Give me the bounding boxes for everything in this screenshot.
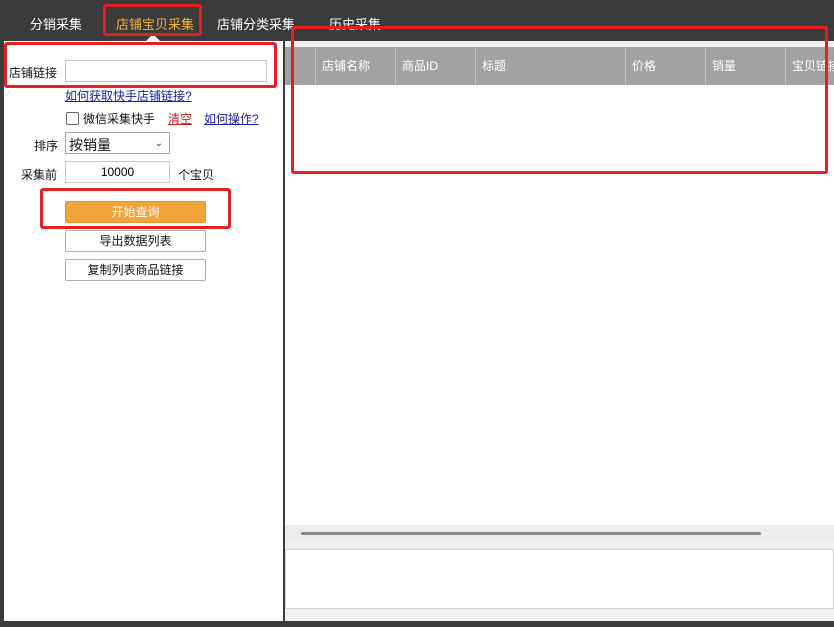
results-area: 店铺名称 商品ID 标题 价格 销量 宝贝链接: [285, 41, 834, 621]
tab-shop-category-collect[interactable]: 店铺分类采集: [217, 14, 295, 33]
column-header-price[interactable]: 价格: [625, 47, 705, 85]
column-header-item-id[interactable]: 商品ID: [395, 47, 475, 85]
copy-product-links-button[interactable]: 复制列表商品链接: [65, 259, 206, 281]
results-table-body: [285, 85, 834, 525]
shop-link-input[interactable]: [65, 60, 267, 82]
start-query-button[interactable]: 开始查询: [65, 201, 206, 223]
chevron-down-icon: ⌄: [154, 138, 163, 149]
active-tab-indicator: [146, 34, 160, 41]
column-header-sales[interactable]: 销量: [705, 47, 785, 85]
column-header-shop-name[interactable]: 店铺名称: [315, 47, 395, 85]
collect-before-label: 采集前: [21, 168, 58, 182]
export-data-list-button[interactable]: 导出数据列表: [65, 230, 206, 252]
clear-link[interactable]: 清空: [168, 110, 192, 127]
results-table-header: 店铺名称 商品ID 标题 价格 销量 宝贝链接: [285, 47, 834, 85]
tab-distribution-collect[interactable]: 分销采集: [30, 14, 82, 33]
wechat-collect-checkbox[interactable]: [66, 112, 79, 125]
column-header-item-link[interactable]: 宝贝链接: [785, 47, 834, 85]
top-navigation: 分销采集 店铺宝贝采集 店铺分类采集 历史采集: [0, 0, 834, 41]
scrollbar-thumb[interactable]: [301, 532, 761, 535]
sort-label: 排序: [34, 139, 59, 153]
tab-shop-items-collect[interactable]: 店铺宝贝采集: [116, 14, 194, 33]
collect-unit-label: 个宝贝: [178, 168, 215, 182]
log-output-box: [285, 549, 834, 609]
shop-link-label: 店铺链接: [9, 66, 58, 80]
column-header-title[interactable]: 标题: [475, 47, 625, 85]
sort-select[interactable]: 按销量 ⌄: [65, 132, 170, 154]
tab-history-collect[interactable]: 历史采集: [329, 14, 381, 33]
row-number-column-header: [285, 47, 315, 85]
sort-selected-value: 按销量: [69, 137, 111, 153]
how-to-operate-link[interactable]: 如何操作?: [204, 110, 259, 127]
left-form-panel: 店铺链接 如何获取快手店铺链接? 微信采集快手 清空 如何操作? 排序 按销量 …: [4, 41, 283, 621]
wechat-collect-label: 微信采集快手: [83, 112, 156, 126]
horizontal-scrollbar[interactable]: [285, 525, 834, 541]
how-to-get-link-help[interactable]: 如何获取快手店铺链接?: [65, 87, 192, 104]
collect-count-input[interactable]: [65, 161, 170, 183]
